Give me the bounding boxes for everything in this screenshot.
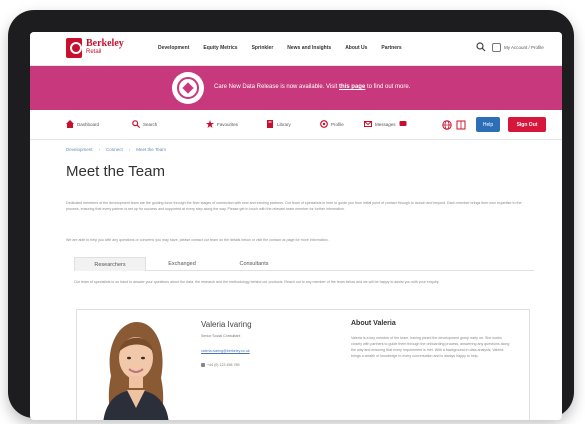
toolbar-favourites[interactable]: Favourites — [206, 120, 238, 128]
site-header: Berkeley Retail Development Equity Metri… — [30, 32, 562, 66]
tablet-frame: Berkeley Retail Development Equity Metri… — [8, 10, 574, 420]
breadcrumb-item-current: Meet the Team — [136, 147, 166, 152]
help-button[interactable]: Help — [476, 117, 500, 132]
toolbar-profile-label: Profile — [331, 121, 344, 127]
team-member-card: Valeria Ivaring Senior Social Consultant… — [76, 309, 530, 420]
globe-icon[interactable] — [442, 120, 452, 130]
mail-icon — [364, 121, 372, 127]
nav-item-about[interactable]: About Us — [345, 45, 367, 51]
toolbar-messages[interactable]: Messages — [364, 120, 407, 128]
book-icon — [267, 120, 273, 128]
member-role: Senior Social Consultant — [201, 334, 241, 338]
banner-text-before: Care New Data Release is now available. … — [214, 84, 338, 90]
breadcrumb: Development › Connect › Meet the Team — [66, 147, 166, 152]
breadcrumb-item-connect[interactable]: Connect — [106, 147, 123, 152]
toolbar-library-label: Library — [277, 121, 291, 127]
logo-mark-icon — [66, 38, 82, 58]
logo-line1: Berkeley — [86, 38, 124, 49]
home-icon — [66, 120, 74, 128]
tab-exchanged[interactable]: Exchanged — [146, 257, 218, 271]
about-text: Valeria is a key member of the team, hav… — [351, 336, 510, 358]
member-phone-number: +44 (0) 123 456 789 — [207, 363, 240, 367]
member-email-link[interactable]: valeria.ivaring@berkeley.co.uk — [201, 349, 250, 353]
breadcrumb-separator: › — [98, 147, 101, 152]
nav-item-partners[interactable]: Partners — [381, 45, 401, 51]
page-title: Meet the Team — [66, 163, 165, 180]
account-menu[interactable]: My Account / Profile — [492, 43, 544, 52]
profile-photo — [95, 316, 177, 420]
tab-intro-text: Our team of specialists is on hand to an… — [74, 280, 440, 284]
member-phone[interactable]: +44 (0) 123 456 789 — [201, 363, 239, 367]
nav-item-news[interactable]: News and Insights — [287, 45, 331, 51]
about-title: About Valeria — [351, 320, 396, 327]
toolbar-messages-label: Messages — [375, 121, 396, 127]
tab-consultants[interactable]: Consultants — [218, 257, 290, 271]
breadcrumb-separator: › — [128, 147, 131, 152]
sign-out-button[interactable]: Sign Out — [508, 117, 546, 132]
toolbar-dashboard-label: Dashboard — [77, 121, 100, 127]
banner-text-after: to find out more. — [366, 84, 411, 90]
intro-paragraph: Dedicated members of the development tea… — [66, 201, 522, 211]
toolbar-search-label: Search — [143, 121, 158, 127]
nav-item-development[interactable]: Development — [158, 45, 189, 51]
sub-toolbar: Dashboard Search Favourites Library Prof… — [30, 110, 562, 140]
toolbar-profile[interactable]: Profile — [320, 120, 344, 128]
nav-item-equity-metrics[interactable]: Equity Metrics — [203, 45, 237, 51]
toolbar-dashboard[interactable]: Dashboard — [66, 120, 99, 128]
screen: Berkeley Retail Development Equity Metri… — [30, 32, 562, 420]
contact-paragraph: We are able to help you with any questio… — [66, 238, 329, 242]
team-tabs: Researchers Exchanged Consultants — [74, 257, 534, 271]
nav-item-sprinkler[interactable]: Sprinkler — [252, 45, 274, 51]
toolbar-search[interactable]: Search — [132, 120, 157, 128]
logo-text: Berkeley Retail — [86, 39, 124, 57]
main-nav: Development Equity Metrics Sprinkler New… — [158, 45, 402, 51]
chat-icon — [399, 121, 407, 126]
banner-link[interactable]: this page — [339, 84, 365, 90]
profile-icon — [320, 120, 328, 128]
banner-badge-icon — [172, 72, 204, 104]
search-icon — [132, 120, 140, 128]
breadcrumb-item-development[interactable]: Development — [66, 147, 93, 152]
banner-text: Care New Data Release is now available. … — [214, 84, 410, 90]
announcement-banner: Care New Data Release is now available. … — [30, 66, 562, 110]
member-name: Valeria Ivaring — [201, 320, 252, 329]
tab-researchers[interactable]: Researchers — [74, 257, 146, 271]
site-logo[interactable]: Berkeley Retail — [66, 38, 124, 58]
account-label: My Account / Profile — [504, 45, 544, 50]
phone-icon — [201, 363, 205, 367]
toolbar-favourites-label: Favourites — [217, 121, 239, 127]
logo-line2: Retail — [86, 49, 102, 55]
toolbar-library[interactable]: Library — [266, 120, 291, 128]
star-icon — [206, 120, 214, 128]
search-icon[interactable] — [476, 42, 486, 52]
grid-icon[interactable] — [456, 120, 466, 130]
account-icon — [492, 43, 501, 52]
